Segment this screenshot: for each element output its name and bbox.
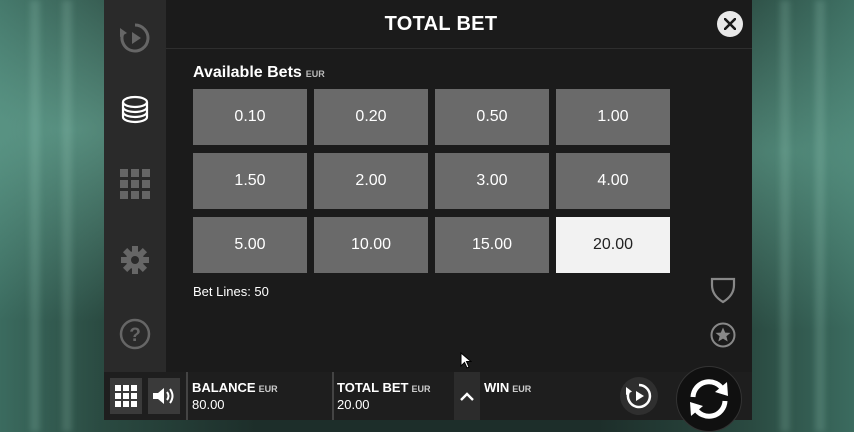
- menu-grid-icon: [115, 385, 137, 407]
- spin-button[interactable]: [676, 366, 742, 432]
- sidebar-settings-button[interactable]: [104, 235, 166, 285]
- bet-option-button[interactable]: 1.00: [556, 89, 670, 145]
- autoplay-icon: [120, 23, 150, 53]
- bet-option-button[interactable]: 0.50: [435, 89, 549, 145]
- autoplay-button[interactable]: [620, 377, 658, 415]
- win-currency: EUR: [512, 384, 532, 394]
- available-bets-heading: Available Bets EUR: [193, 64, 325, 82]
- paylines-shield-button[interactable]: [710, 276, 736, 304]
- spin-icon: [690, 379, 728, 419]
- total-bet-dialog: TOTAL BET Available Bets EUR 0.10 0.20 0.50…: [166, 0, 752, 372]
- chevron-up-icon: [460, 392, 474, 401]
- bet-option-button[interactable]: 5.00: [193, 217, 307, 273]
- star-icon: [710, 322, 736, 348]
- menu-button[interactable]: [110, 378, 142, 414]
- coins-icon: [121, 95, 149, 124]
- bottom-bar: BALANCE EUR 80.00 TOTAL BET EUR 20.00 WIN E…: [104, 372, 752, 420]
- gear-icon: [121, 246, 149, 274]
- bet-up-button[interactable]: [454, 372, 480, 420]
- bet-option-button[interactable]: 0.10: [193, 89, 307, 145]
- autoplay-icon: [626, 383, 652, 409]
- sidebar-total-bet-button[interactable]: [104, 85, 166, 135]
- mouse-cursor-icon: [460, 352, 472, 369]
- help-icon: ?: [119, 318, 151, 350]
- paytable-grid-icon: [120, 169, 150, 199]
- total-bet-label: TOTAL BET: [337, 380, 409, 395]
- balance-display: BALANCE EUR 80.00: [188, 372, 330, 420]
- dialog-title: TOTAL BET: [384, 13, 498, 35]
- favorites-star-button[interactable]: [710, 322, 736, 348]
- bet-option-button[interactable]: 10.00: [314, 217, 428, 273]
- bet-option-button[interactable]: 2.00: [314, 153, 428, 209]
- balance-currency: EUR: [258, 384, 278, 394]
- total-bet-display[interactable]: TOTAL BET EUR 20.00: [333, 372, 453, 420]
- close-icon: [724, 18, 736, 30]
- win-display: WIN EUR: [480, 372, 610, 420]
- dialog-header: TOTAL BET: [166, 0, 752, 49]
- bet-option-button[interactable]: 4.00: [556, 153, 670, 209]
- sidebar: ?: [104, 0, 166, 372]
- total-bet-value: 20.00: [337, 397, 370, 412]
- bet-option-button[interactable]: 20.00: [556, 217, 670, 273]
- close-button[interactable]: [717, 11, 743, 37]
- balance-value: 80.00: [192, 397, 225, 412]
- bet-option-button[interactable]: 15.00: [435, 217, 549, 273]
- total-bet-currency: EUR: [411, 384, 431, 394]
- bet-option-button[interactable]: 3.00: [435, 153, 549, 209]
- sidebar-paytable-button[interactable]: [104, 159, 166, 209]
- speaker-icon: [153, 388, 174, 404]
- currency-label: EUR: [305, 69, 325, 79]
- sidebar-autoplay-button[interactable]: [104, 13, 166, 63]
- sidebar-help-button[interactable]: ?: [104, 309, 166, 359]
- sound-button[interactable]: [148, 378, 180, 414]
- bet-option-button[interactable]: 0.20: [314, 89, 428, 145]
- bet-option-button[interactable]: 1.50: [193, 153, 307, 209]
- available-bets-label: Available Bets: [193, 64, 302, 81]
- balance-label: BALANCE: [192, 380, 256, 395]
- bet-lines-label: Bet Lines: 50: [193, 284, 269, 299]
- svg-text:?: ?: [129, 325, 141, 346]
- shield-icon: [710, 277, 736, 304]
- win-label: WIN: [484, 380, 510, 395]
